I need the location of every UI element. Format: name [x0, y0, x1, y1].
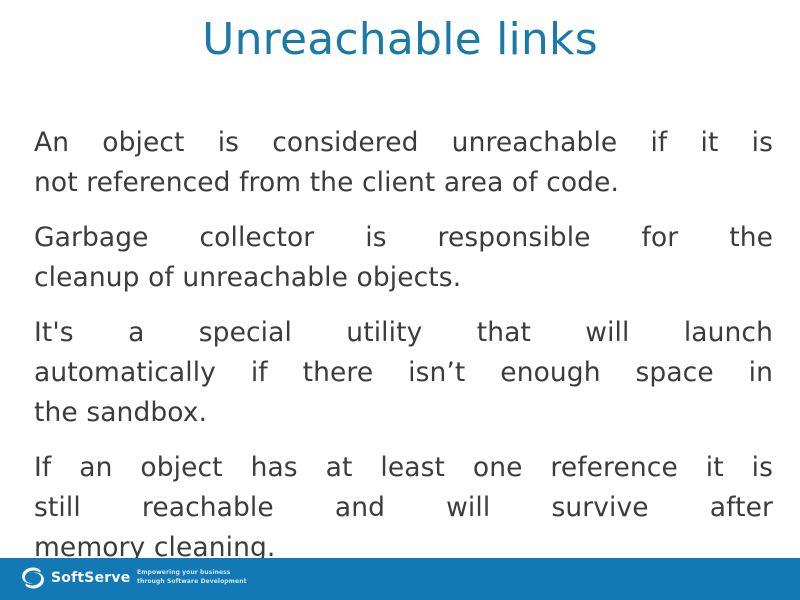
softserve-swirl-icon [22, 567, 44, 589]
company-tagline: Empowering your business through Softwar… [137, 569, 247, 586]
company-logo: SoftServe [20, 566, 130, 590]
paragraph-1-line-1: An object is considered unreachable if i… [34, 127, 773, 158]
body-paragraph-1: An object is considered unreachable if i… [34, 123, 773, 203]
tagline-line-2: through Software Development [137, 577, 247, 585]
presentation-slide: Unreachable links An object is considere… [0, 0, 800, 600]
paragraph-2-line-1: Garbage collector is responsible for the [34, 222, 773, 253]
slide-footer-bar: SoftServe Empowering your business throu… [0, 558, 800, 600]
body-paragraph-4: If an object has at least one reference … [34, 448, 773, 568]
paragraph-3-line-2: automatically if there isn’t enough spac… [34, 357, 773, 388]
tagline-line-1: Empowering your business [137, 569, 231, 576]
paragraph-3-line-1: It's a special utility that will launch [34, 317, 773, 348]
paragraph-1-line-2: not referenced from the client area of c… [34, 167, 620, 198]
paragraph-3-line-3: the sandbox. [34, 397, 208, 428]
body-paragraph-3: It's a special utility that will launch … [34, 313, 773, 433]
paragraph-4-line-1: If an object has at least one reference … [34, 452, 773, 483]
slide-body: An object is considered unreachable if i… [34, 123, 773, 568]
company-logo-wordmark: SoftServe [51, 570, 131, 586]
page-title: Unreachable links [202, 14, 598, 65]
body-paragraph-2: Garbage collector is responsible for the… [34, 218, 773, 298]
paragraph-4-line-2: still reachable and will survive after [34, 492, 773, 523]
paragraph-2-line-2: cleanup of unreachable objects. [34, 262, 462, 293]
